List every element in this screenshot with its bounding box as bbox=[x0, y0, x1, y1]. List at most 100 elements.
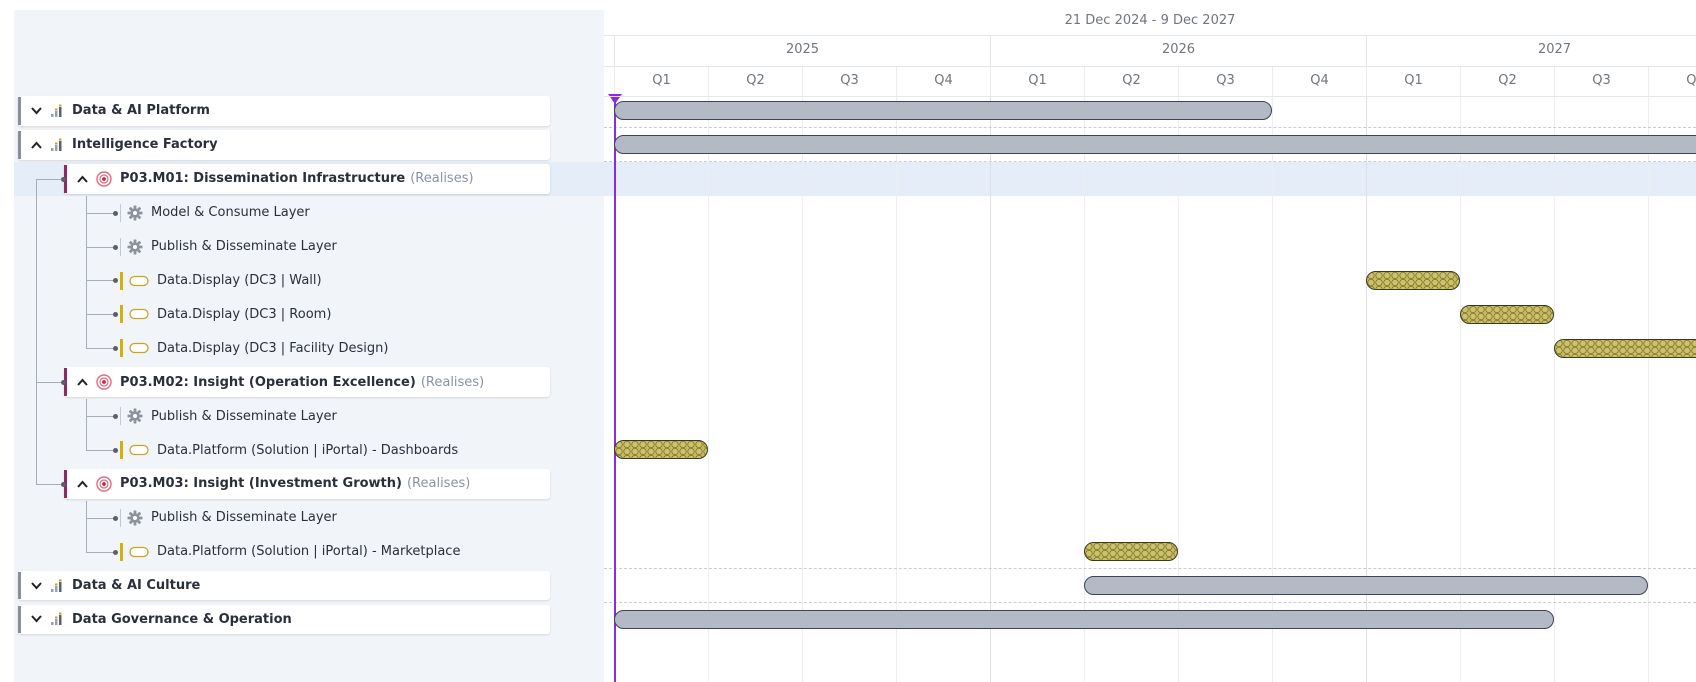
row-accent bbox=[18, 571, 21, 600]
item-timeline-bar[interactable] bbox=[614, 440, 708, 460]
group-separator bbox=[604, 160, 1696, 162]
quarter-gridline bbox=[802, 97, 803, 682]
group-timeline-bar[interactable] bbox=[614, 101, 1272, 121]
tree-row[interactable]: P03.M02: Insight (Operation Excellence)(… bbox=[64, 367, 550, 398]
row-accent bbox=[120, 339, 123, 358]
row-accent bbox=[120, 542, 123, 561]
relation-label: (Realises) bbox=[420, 374, 485, 390]
tree-row[interactable]: Intelligence Factory bbox=[18, 129, 550, 160]
gear-icon bbox=[127, 239, 143, 255]
tree-row[interactable]: Data & AI Platform bbox=[18, 96, 550, 126]
row-label: Data Governance & Operation bbox=[72, 611, 292, 627]
tree-row[interactable]: Publish & Disseminate Layer bbox=[120, 501, 590, 535]
collapse-chevron-icon[interactable] bbox=[28, 141, 44, 149]
tree-connector bbox=[86, 212, 114, 214]
group-separator bbox=[604, 601, 1696, 603]
tree-connector bbox=[36, 483, 64, 485]
item-timeline-bar[interactable] bbox=[1460, 304, 1554, 324]
tree-trunk-line bbox=[36, 178, 37, 484]
relation-label: (Realises) bbox=[406, 476, 471, 492]
expand-chevron-icon[interactable] bbox=[28, 615, 44, 623]
capability-chart-icon bbox=[50, 138, 64, 152]
tree-row[interactable]: Data & AI Culture bbox=[18, 570, 550, 601]
row-label: Publish & Disseminate Layer bbox=[151, 408, 337, 424]
expand-chevron-icon[interactable] bbox=[28, 581, 44, 590]
tree-node-dot bbox=[61, 481, 66, 487]
tree-connector bbox=[86, 551, 114, 553]
tree-row[interactable]: Publish & Disseminate Layer bbox=[120, 230, 590, 264]
tree-row[interactable]: Data.Display (DC3 | Room) bbox=[120, 297, 590, 331]
quarter-label: Q3 bbox=[1178, 67, 1272, 97]
tree-node-dot bbox=[113, 447, 118, 453]
item-timeline-bar[interactable] bbox=[1084, 542, 1178, 562]
quarter-gridline bbox=[990, 97, 991, 682]
pill-icon bbox=[129, 308, 149, 320]
pill-icon bbox=[129, 444, 149, 456]
target-icon bbox=[96, 374, 112, 390]
relation-label: (Realises) bbox=[410, 171, 474, 187]
row-label: Data.Platform (Solution | iPortal) - Mar… bbox=[157, 544, 461, 560]
group-separator bbox=[604, 126, 1696, 128]
row-accent bbox=[18, 97, 21, 125]
quarter-label: Q1 bbox=[614, 67, 708, 97]
tree-row[interactable]: P03.M03: Insight (Investment Growth) (Rea… bbox=[64, 468, 550, 499]
date-range-label: 21 Dec 2024 - 9 Dec 2027 bbox=[604, 10, 1696, 36]
tree-row[interactable]: Publish & Disseminate Layer bbox=[120, 399, 590, 433]
group-timeline-bar[interactable] bbox=[614, 609, 1554, 629]
tree-connector bbox=[36, 178, 64, 180]
row-label: Data.Display (DC3 | Room) bbox=[157, 306, 332, 322]
tree-row[interactable]: Model & Consume Layer bbox=[120, 196, 590, 230]
quarter-label: Q4 bbox=[1272, 67, 1366, 97]
quarter-label: Q1 bbox=[990, 67, 1084, 97]
year-label: 2025 bbox=[614, 36, 990, 66]
tree-trunk-line bbox=[86, 500, 87, 552]
expand-chevron-icon[interactable] bbox=[28, 107, 44, 115]
row-accent bbox=[120, 203, 121, 222]
tree-row[interactable]: Data Governance & Operation bbox=[18, 604, 550, 635]
tree-connector bbox=[86, 246, 114, 248]
tree-connector bbox=[36, 382, 64, 384]
row-label: Intelligence Factory bbox=[72, 137, 218, 153]
collapse-chevron-icon[interactable] bbox=[74, 175, 90, 183]
quarter-label: Q2 bbox=[1084, 67, 1178, 97]
capability-chart-icon bbox=[50, 579, 64, 593]
header-separator bbox=[604, 66, 1696, 67]
tree-row[interactable]: Data.Display (DC3 | Wall) bbox=[120, 264, 590, 298]
tree-row[interactable]: P03.M01: Dissemination Infrastructure (Re… bbox=[64, 163, 550, 194]
collapse-chevron-icon[interactable] bbox=[74, 480, 90, 488]
target-icon bbox=[96, 171, 112, 187]
row-accent bbox=[120, 441, 123, 459]
collapse-chevron-icon[interactable] bbox=[74, 378, 90, 386]
capability-chart-icon bbox=[50, 612, 64, 626]
header-separator bbox=[604, 96, 1696, 97]
quarter-label: Q2 bbox=[708, 67, 802, 97]
capability-chart-icon bbox=[50, 104, 64, 118]
tree-node-dot bbox=[113, 244, 118, 250]
tree-node-dot bbox=[113, 210, 118, 216]
quarter-label: Q4 bbox=[1648, 67, 1696, 97]
tree-row[interactable]: Data.Display (DC3 | Facility Design) bbox=[120, 331, 590, 365]
item-timeline-bar[interactable] bbox=[1366, 270, 1460, 290]
group-separator bbox=[604, 567, 1696, 569]
tree-connector bbox=[86, 517, 114, 519]
quarter-label: Q3 bbox=[1554, 67, 1648, 97]
row-accent bbox=[18, 130, 21, 159]
item-timeline-bar[interactable] bbox=[1554, 338, 1696, 358]
today-line bbox=[614, 97, 616, 682]
row-label: Data & AI Platform bbox=[72, 103, 210, 119]
row-label: P03.M02: Insight (Operation Excellence) bbox=[120, 374, 416, 390]
row-accent bbox=[120, 407, 121, 426]
group-timeline-bar[interactable] bbox=[1084, 576, 1648, 596]
target-icon bbox=[96, 476, 112, 492]
tree-row[interactable]: Data.Platform (Solution | iPortal) - Das… bbox=[120, 433, 590, 467]
row-label: Data.Platform (Solution | iPortal) - Das… bbox=[157, 442, 459, 458]
quarter-label: Q4 bbox=[896, 67, 990, 97]
quarter-gridline bbox=[708, 97, 709, 682]
tree-row[interactable]: Data.Platform (Solution | iPortal) - Mar… bbox=[120, 535, 590, 569]
group-timeline-bar[interactable] bbox=[614, 135, 1696, 155]
year-label: 2027 bbox=[1366, 36, 1696, 66]
selected-row-background bbox=[604, 161, 1696, 196]
tree-node-dot bbox=[113, 549, 118, 555]
row-label: Data & AI Culture bbox=[72, 578, 201, 594]
row-label: P03.M03: Insight (Investment Growth) bbox=[120, 476, 402, 492]
